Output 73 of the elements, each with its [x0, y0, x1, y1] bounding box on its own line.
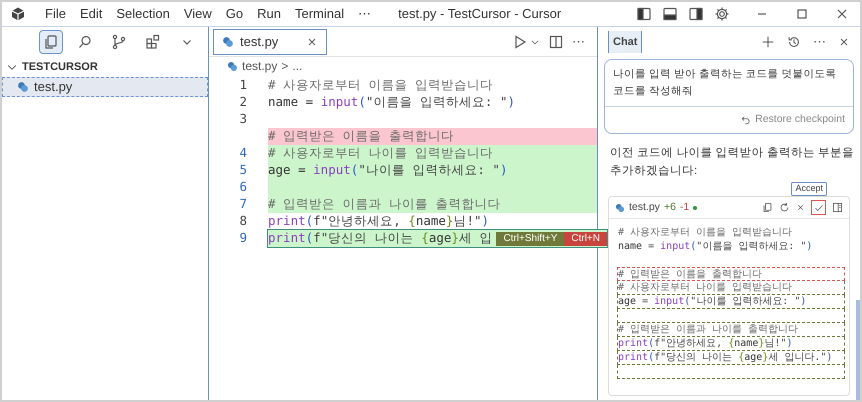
menu-item[interactable]: ⋯	[351, 4, 378, 24]
accept-tooltip: Accept	[791, 182, 827, 196]
menu-item[interactable]: Selection	[109, 4, 177, 24]
accept-shortcut-hint[interactable]: Ctrl+Shift+Y	[496, 232, 564, 246]
line-number: 7	[238, 195, 247, 214]
code-line: # 사용자로부터 이름을 입력받습니다	[268, 77, 494, 94]
code-line: # 사용자로부터 나이를 입력받습니다	[617, 281, 845, 295]
python-file-icon	[222, 36, 234, 48]
menu-item[interactable]: Run	[250, 4, 288, 24]
menu-item[interactable]: View	[176, 4, 219, 24]
menu-item[interactable]: Terminal	[288, 4, 352, 24]
user-message: 나이를 입력 받아 출력하는 코드를 덧붙이도록 코드를 작성해줘	[605, 60, 853, 107]
close-icon[interactable]	[306, 36, 318, 48]
more-actions-button[interactable]: ⋯	[572, 32, 585, 52]
close-icon[interactable]	[838, 36, 850, 48]
line-number: 4	[238, 144, 247, 162]
breadcrumb-item[interactable]: ...	[292, 57, 302, 75]
code-block-filename: test.py	[629, 200, 660, 215]
history-icon[interactable]	[787, 35, 801, 49]
assistant-message: 이전 코드에 나이를 입력받아 출력하는 부분을 추가하겠습니다:	[609, 146, 855, 179]
code-line: print(f"당신의 나이는 {age}세 입니다.")	[617, 351, 845, 365]
code-line: name = input("이름을 입력하세요: ")	[268, 94, 516, 111]
line-number: 6	[238, 178, 247, 196]
code-line: print(f"안녕하세요, {name}님!")	[268, 213, 490, 230]
window-title: test.py - TestCursor - Cursor	[398, 5, 562, 24]
accept-button[interactable]	[811, 200, 826, 215]
code-line: # 사용자로부터 이름을 입력받습니다	[617, 226, 794, 239]
secondary-sidebar-toggle-icon[interactable]	[688, 6, 704, 22]
close-icon[interactable]	[796, 203, 805, 212]
breadcrumb-separator: >	[281, 58, 288, 75]
code-line: print(f"안녕하세요, {name}님!")	[617, 337, 845, 351]
explorer-section-header[interactable]: TESTCURSOR	[2, 57, 208, 77]
python-file-icon	[17, 81, 29, 93]
line-number: 9	[238, 229, 247, 248]
split-editor-icon[interactable]	[548, 34, 564, 50]
scrollbar-thumb[interactable]	[856, 300, 860, 400]
app-logo-icon	[10, 6, 26, 22]
breadcrumb-item[interactable]: test.py	[242, 57, 278, 75]
line-number: 3	[238, 110, 247, 128]
added-lines-count: +6	[664, 200, 676, 215]
code-line: age = input("나이를 입력하세요: ")	[617, 295, 845, 309]
checkmark-icon	[814, 202, 824, 212]
code-line: # 입력받은 이름과 나이를 출력합니다	[617, 323, 845, 337]
restore-checkpoint-button[interactable]: Restore checkpoint	[605, 107, 853, 133]
sidebar-toggle-icon[interactable]	[636, 6, 652, 22]
menu-item[interactable]: Go	[218, 4, 250, 24]
refresh-icon[interactable]	[779, 202, 790, 213]
line-number: 1	[238, 76, 247, 94]
removed-lines-count: -1	[680, 200, 690, 215]
line-number: 2	[238, 93, 247, 112]
python-file-icon	[227, 60, 238, 72]
activity-bar-button[interactable]	[39, 30, 63, 54]
menu-item[interactable]: File	[38, 4, 73, 24]
copy-icon[interactable]	[762, 202, 773, 213]
blocks-icon	[145, 34, 161, 50]
settings-icon[interactable]	[714, 6, 730, 22]
python-file-icon	[615, 202, 625, 212]
code-line: name = input("이름을 입력하세요: ")	[617, 240, 814, 253]
plus-icon[interactable]	[761, 35, 775, 49]
branch-icon	[111, 34, 127, 50]
chat-tab[interactable]: Chat	[608, 31, 642, 53]
files-icon	[43, 34, 59, 50]
line-number: 5	[238, 161, 247, 180]
reject-shortcut-hint[interactable]: Ctrl+N	[564, 232, 607, 246]
panel-toggle-icon[interactable]	[662, 6, 678, 22]
more-actions-button[interactable]: ⋯	[813, 32, 826, 52]
line-number: 8	[238, 212, 247, 230]
search-icon	[77, 34, 93, 50]
undo-arrow-icon	[741, 115, 752, 125]
editor-tab[interactable]: test.py	[213, 28, 327, 54]
explorer-file-item[interactable]: test.py	[2, 77, 208, 97]
panel-icon[interactable]	[832, 202, 843, 213]
menu-item[interactable]: Edit	[72, 4, 110, 24]
